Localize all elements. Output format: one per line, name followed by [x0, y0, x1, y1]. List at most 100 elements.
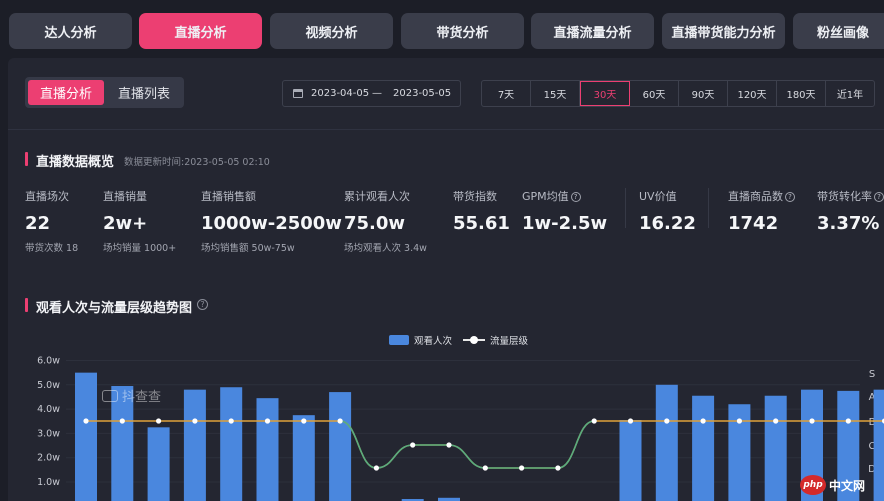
level-point	[373, 465, 379, 471]
date-range-picker[interactable]: 2023-04-05 — 2023-05-05	[282, 80, 461, 107]
metric-value: 1742	[728, 213, 779, 234]
metric-subtext: 场均观看人次 3.4w	[344, 243, 427, 254]
bar	[619, 420, 642, 501]
bar	[873, 389, 884, 501]
logo-badge: php	[800, 475, 826, 495]
range-option-4[interactable]: 90天	[679, 81, 728, 106]
level-point	[700, 418, 706, 424]
watermark-text: 抖查查	[122, 390, 162, 405]
range-option-5[interactable]: 120天	[728, 81, 777, 106]
level-point	[410, 442, 416, 448]
metric-subtext: 场均销量 1000+	[103, 243, 177, 254]
watermark-icon	[102, 389, 118, 402]
range-option-2[interactable]: 30天	[580, 81, 630, 106]
metric-label: 直播销售额	[201, 190, 256, 203]
bar	[75, 372, 97, 501]
metric-divider	[708, 188, 709, 228]
nav-tab-1[interactable]: 直播分析	[139, 13, 262, 49]
range-option-7[interactable]: 近1年	[826, 81, 874, 106]
metric-label: UV价值	[639, 190, 677, 203]
range-option-3[interactable]: 60天	[630, 81, 679, 106]
metric-7: 直播商品数? 1742	[728, 188, 795, 234]
help-icon[interactable]: ?	[874, 192, 884, 202]
metric-label: 带货指数	[453, 190, 497, 203]
metric-value: 22	[25, 213, 51, 234]
metric-subtext: 带货次数 18	[25, 243, 79, 254]
level-point	[192, 418, 198, 424]
bar	[764, 395, 787, 501]
metric-value: 1w-2.5w	[522, 213, 608, 234]
nav-tab-0[interactable]: 达人分析	[9, 13, 132, 49]
metric-label: 直播场次	[25, 190, 69, 203]
range-option-0[interactable]: 7天	[482, 81, 531, 106]
quick-range-selector: 7天 15天 30天 60天 90天 120天 180天 近1年	[481, 80, 875, 107]
bar	[692, 395, 715, 501]
level-point	[845, 418, 851, 424]
subtab-live-list[interactable]: 直播列表	[107, 80, 181, 105]
range-option-6[interactable]: 180天	[777, 81, 826, 106]
date-end: 2023-05-05	[393, 88, 452, 99]
level-line-low	[339, 420, 595, 469]
metric-5: GPM均值? 1w-2.5w	[522, 188, 607, 234]
level-point	[264, 418, 271, 424]
metric-value: 2w+	[103, 213, 148, 234]
bar	[256, 398, 279, 501]
logo-text: 中文网	[829, 478, 866, 493]
nav-tab-3[interactable]: 带货分析	[401, 13, 524, 49]
top-navigation: 达人分析 直播分析 视频分析 带货分析 直播流量分析 直播带货能力分析 粉丝画像	[0, 0, 884, 58]
metric-label: 直播销量	[103, 190, 147, 203]
help-icon[interactable]: ?	[570, 192, 581, 202]
metric-label: GPM均值	[522, 190, 569, 203]
metric-divider	[625, 188, 626, 228]
level-point	[555, 465, 561, 471]
level-point	[664, 418, 670, 424]
site-logo: php 中文网	[800, 475, 865, 495]
bar	[292, 415, 315, 501]
metric-1: 直播销量 2w+ 场均销量 1000+	[103, 188, 176, 254]
level-point	[446, 442, 452, 448]
nav-tab-2[interactable]: 视频分析	[270, 13, 393, 49]
y-tick-label: 5.0w	[37, 380, 60, 391]
level-point	[809, 418, 815, 424]
level-tick-label: S	[869, 369, 875, 380]
date-separator: —	[372, 88, 382, 99]
subtab-live-analysis[interactable]: 直播分析	[28, 80, 104, 105]
section-marker	[25, 152, 28, 166]
calendar-icon	[293, 89, 303, 98]
level-point	[482, 465, 488, 471]
level-point	[627, 418, 634, 424]
y-tick-label: 2.0w	[37, 453, 60, 464]
level-point	[119, 418, 125, 424]
y-tick-label: 6.0w	[37, 356, 60, 367]
metric-value: 75.0w	[344, 213, 406, 234]
metric-value: 1000w-2500w	[201, 213, 342, 234]
metric-label: 带货转化率	[817, 190, 872, 203]
metric-3: 累计观看人次 75.0w 场均观看人次 3.4w	[344, 188, 427, 254]
metric-2: 直播销售额 1000w-2500w 场均销售额 50w-75w	[201, 188, 342, 254]
bar	[183, 389, 206, 501]
y-tick-label: 4.0w	[37, 404, 60, 415]
bar	[329, 392, 352, 501]
metric-0: 直播场次 22 带货次数 18	[25, 188, 78, 254]
watermark: 抖查查	[102, 386, 161, 405]
help-icon[interactable]: ?	[785, 192, 795, 202]
nav-tab-4[interactable]: 直播流量分析	[531, 13, 654, 49]
range-option-1[interactable]: 15天	[531, 81, 580, 106]
level-point	[156, 418, 162, 424]
metric-6: UV价值 16.22	[639, 188, 696, 234]
nav-tab-5[interactable]: 直播带货能力分析	[662, 13, 785, 49]
metric-4: 带货指数 55.61	[453, 188, 510, 234]
metric-value: 55.61	[453, 213, 510, 234]
level-point	[337, 418, 343, 424]
metric-8: 带货转化率? 3.37%	[817, 188, 884, 234]
bar	[655, 384, 678, 501]
level-point	[228, 418, 234, 424]
date-start: 2023-04-05	[311, 88, 370, 99]
y-tick-label: 3.0w	[37, 428, 60, 439]
level-point	[301, 418, 307, 424]
level-point	[519, 465, 525, 471]
section-divider	[8, 129, 884, 130]
overview-title: 直播数据概览	[36, 155, 115, 170]
level-point	[83, 418, 89, 424]
nav-tab-6[interactable]: 粉丝画像	[793, 13, 884, 49]
